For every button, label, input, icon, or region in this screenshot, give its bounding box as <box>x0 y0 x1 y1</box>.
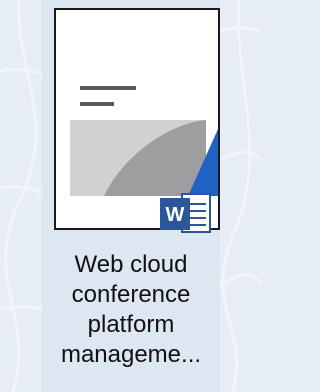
word-document-icon: W <box>160 190 216 236</box>
word-badge-letter: W <box>166 204 185 226</box>
file-name-line: Web cloud <box>74 251 188 278</box>
cover-subtitle-line <box>80 102 114 106</box>
file-name-line: conference <box>71 281 191 308</box>
file-name-line: manageme... <box>60 341 202 368</box>
desktop-background: { "file": { "name_line1": "Web cloud", "… <box>0 0 261 392</box>
file-name-label[interactable]: Web cloud conference platform manageme..… <box>46 250 216 370</box>
file-name-line: platform <box>87 311 175 338</box>
cover-title-line <box>80 86 136 90</box>
